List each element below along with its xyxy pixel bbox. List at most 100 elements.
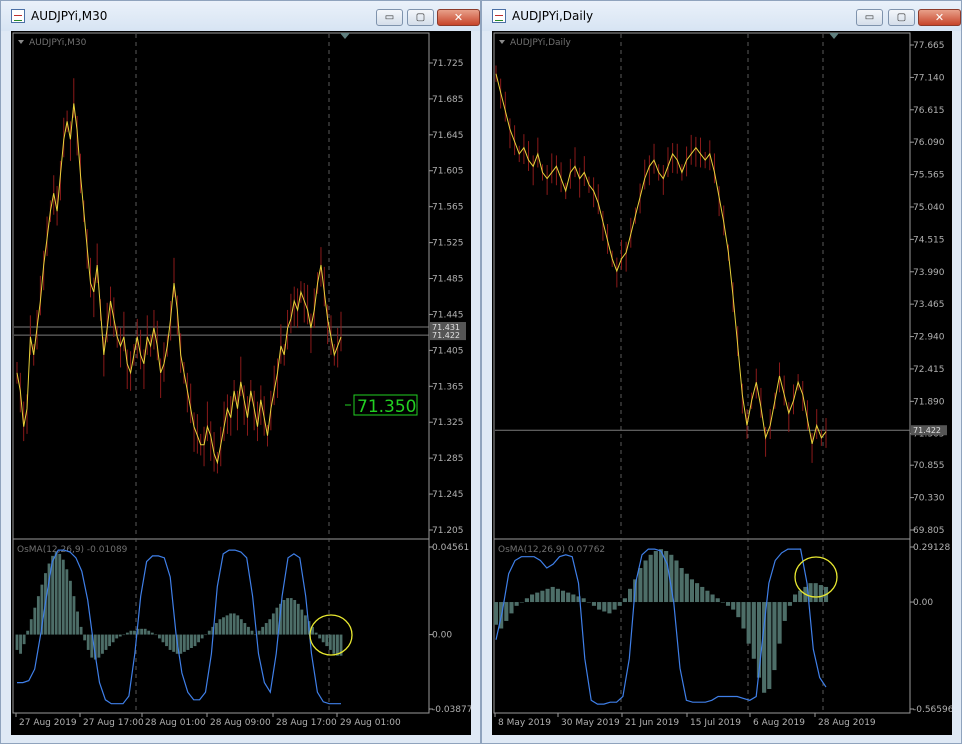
osma-tick-label: -0.56596 [913,705,952,715]
x-tick-label: 28 Aug 17:00 [276,718,337,728]
osma-bar [29,619,33,635]
osma-bar [782,602,787,621]
osma-tick-label: -0.03877 [432,705,471,715]
osma-bar [314,632,318,635]
osma-bar [65,569,69,635]
osma-bar [197,634,201,643]
y-tick-label: 73.990 [913,268,945,278]
price-level-label: 71.422 [913,426,941,435]
osma-bar [115,634,119,639]
window-title: AUDJPYi,Daily [512,9,594,23]
chart-area[interactable]: AUDJPYi,M30 71.725 71.685 71.645 71.605 71.56… [11,31,471,735]
osma-bar [286,598,290,635]
x-tick-label: 28 Aug 01:00 [145,718,206,728]
chart-area[interactable]: AUDJPYi,Daily 77.665 77.140 76.615 76.090 75.… [492,31,952,735]
y-tick-label: 70.855 [913,461,945,471]
osma-bar [118,634,122,637]
price-chart[interactable]: AUDJPYi,Daily 77.665 77.140 76.615 76.090 75.… [492,31,952,735]
osma-bar [61,559,65,635]
y-tick-label: 73.465 [913,300,945,310]
osma-bar [296,603,300,635]
y-tick-label: 71.405 [432,346,464,356]
y-tick-label: 71.645 [432,131,464,141]
osma-bar [143,628,147,635]
close-button[interactable]: ✕ [918,9,961,26]
osma-bar [282,600,286,635]
osma-bar [129,630,133,635]
chart-window-m30[interactable]: AUDJPYi,M30 ▭ ▢ ✕ AUDJPYi,M30 71.725 71.68… [0,0,481,744]
shift-marker-icon [340,33,350,39]
y-tick-label: 75.040 [913,203,945,213]
osma-bar [550,586,555,603]
osma-bar [571,594,576,603]
osma-bar [813,583,818,603]
y-tick-label: 69.805 [913,526,945,536]
osma-bar [133,630,136,635]
osma-bar [190,634,193,649]
osma-bar [336,634,339,656]
osma-bar [172,634,176,652]
y-tick-label: 71.285 [432,454,464,464]
price-chart[interactable]: AUDJPYi,M30 71.725 71.685 71.645 71.605 71.56… [11,31,471,735]
osma-bar [104,634,108,650]
y-tick-label: 71.325 [432,418,464,428]
osma-bar [289,598,293,635]
osma-bar [218,619,222,635]
x-tick-label: 27 Aug 17:00 [83,718,144,728]
osma-bar [777,602,782,644]
osma-bar [26,630,30,635]
y-tick-label: 77.140 [913,73,945,83]
osma-bar [332,634,336,654]
osma-bar [147,630,151,635]
minimize-button[interactable]: ▭ [376,9,403,26]
osma-bar [648,554,653,603]
x-tick-label: 30 May 2019 [561,718,620,728]
osma-bar [566,592,571,603]
x-tick-label: 28 Aug 2019 [818,718,876,728]
title-bar[interactable]: AUDJPYi,M30 ▭ ▢ ✕ [1,1,480,31]
plot-frame [493,32,911,714]
x-tick-label: 27 Aug 2019 [19,718,77,728]
osma-bar [493,602,499,625]
osma-bar [653,551,658,603]
price-tag-value: 71.350 [357,397,416,417]
maximize-button[interactable]: ▢ [407,9,434,26]
osma-bar [514,602,519,606]
osma-bar [186,634,190,650]
osma-bar [643,560,648,603]
osma-bar [54,552,58,635]
osma-bar [772,602,777,671]
osma-bar [179,634,183,654]
osma-bar [524,598,529,603]
collapse-arrow-icon [499,40,505,44]
osma-bar [560,590,566,603]
osma-bar [72,596,76,635]
y-tick-label: 70.330 [913,494,945,504]
osma-bar [261,626,265,635]
chart-window-daily[interactable]: AUDJPYi,Daily ▭ ▢ ✕ AUDJPYi,Daily 77.665 7… [481,0,962,744]
osma-tick-label: 0.00 [432,631,452,641]
osma-bar [300,609,304,635]
osma-bar [746,602,751,644]
title-bar[interactable]: AUDJPYi,Daily ▭ ▢ ✕ [482,1,961,31]
osma-bar [679,568,684,603]
osma-bar [705,590,710,603]
osma-bar [268,619,272,635]
maximize-button[interactable]: ▢ [888,9,915,26]
y-tick-label: 71.485 [432,275,464,285]
osma-bar [214,623,218,635]
osma-bar [101,634,104,654]
osma-bar [232,613,236,635]
minimize-button[interactable]: ▭ [856,9,883,26]
osma-bar [638,568,643,603]
osma-bar [83,634,87,641]
osma-bar [193,634,197,647]
x-tick-label: 15 Jul 2019 [690,718,741,728]
osma-bar [658,549,664,603]
osma-bar [504,602,509,621]
y-tick-label: 77.665 [913,41,945,51]
osma-bar [15,634,19,650]
close-button[interactable]: ✕ [437,9,480,26]
osma-bar [715,598,720,603]
price-level-label: 71.422 [432,331,460,340]
